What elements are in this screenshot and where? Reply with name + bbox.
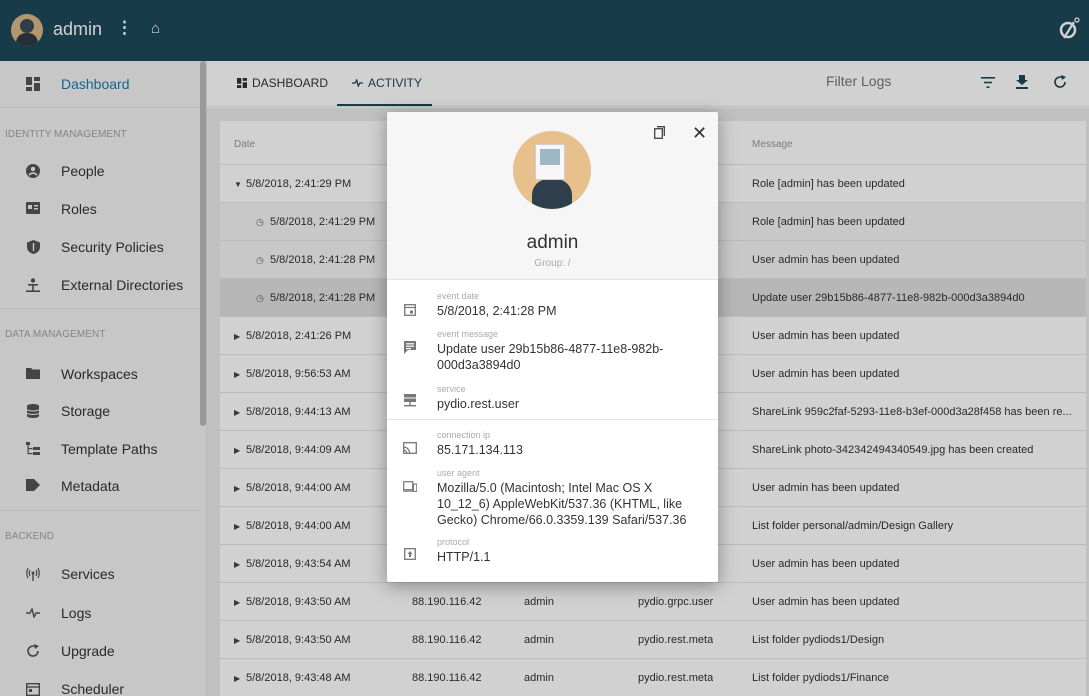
field-value: HTTP/1.1 (437, 550, 491, 564)
close-icon[interactable]: ✕ (692, 123, 707, 144)
field-label: user agent (437, 468, 480, 478)
devices-icon (402, 480, 418, 495)
divider (387, 419, 718, 420)
field-value: 85.171.134.113 (437, 443, 523, 457)
field-value: pydio.rest.user (437, 397, 519, 411)
field-label: event message (437, 329, 499, 339)
field-label: event date (437, 291, 480, 301)
field-label: protocol (437, 537, 470, 547)
cast-icon (402, 442, 418, 457)
user-avatar (513, 131, 591, 209)
modal-user-group: Group: / (534, 258, 571, 269)
log-detail-modal: ✕ admin Group: / event date 5/8/2018, 2:… (387, 112, 718, 582)
server-icon (402, 394, 418, 410)
calendar-icon (402, 303, 418, 319)
message-icon (402, 341, 418, 357)
copy-icon[interactable] (654, 126, 665, 142)
field-label: service (437, 384, 466, 394)
field-value: Update user 29b15b86-4877-11e8-982b-000d… (437, 342, 664, 372)
field-value: Mozilla/5.0 (Macintosh; Intel Mac OS X 1… (437, 481, 687, 527)
field-value: 5/8/2018, 2:41:28 PM (437, 304, 557, 318)
field-label: connection ip (437, 430, 491, 440)
upload-box-icon (402, 548, 418, 563)
modal-header: ✕ admin Group: / (387, 112, 718, 280)
modal-user-name: admin (526, 232, 579, 253)
